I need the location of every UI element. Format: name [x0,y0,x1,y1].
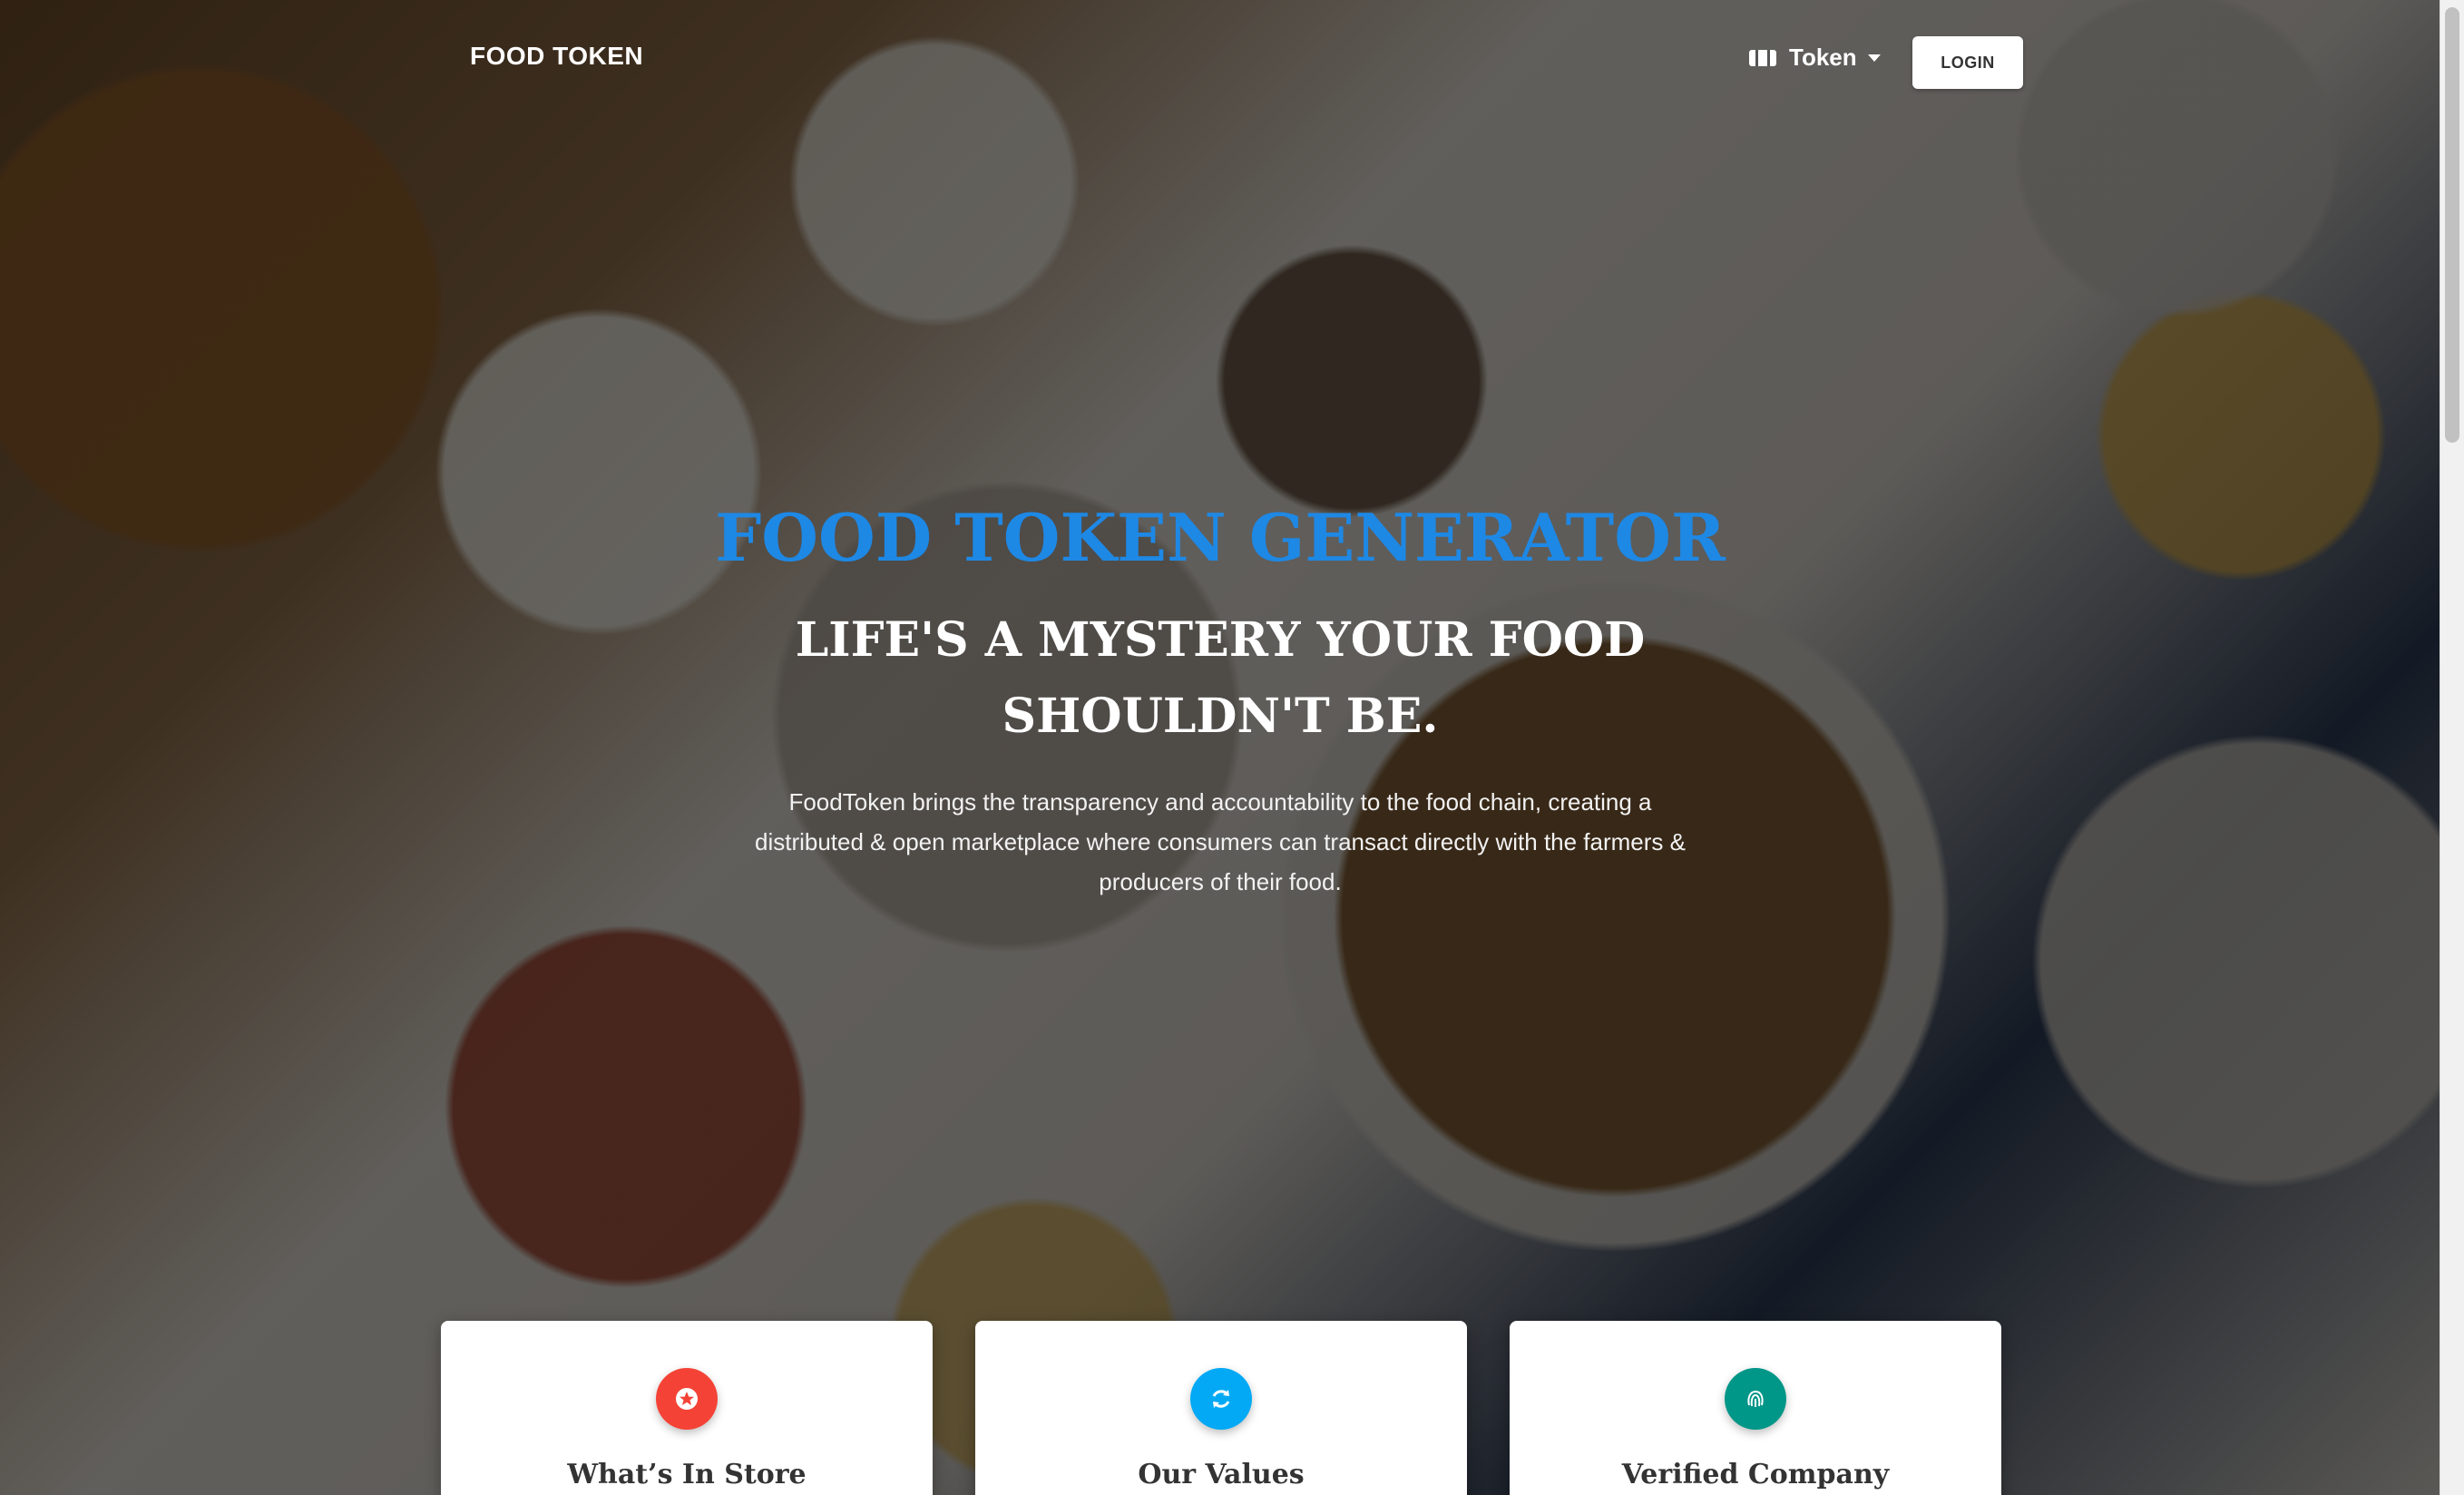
feature-card-verified-company: Verified Company [1510,1321,2001,1495]
fingerprint-icon-glyph [1747,1390,1764,1407]
refresh-icon [1190,1368,1252,1430]
page: FOOD TOKEN Token LOGIN FOOD TOKEN GENERA… [0,0,2464,1495]
refresh-icon-glyph [1212,1390,1230,1408]
feature-card-title: Verified Company [1621,1459,1890,1490]
caret-down-icon [1867,54,1881,62]
star-icon-glyph [676,1388,698,1410]
token-dropdown-label: Token [1789,44,1857,71]
scrollbar-thumb[interactable] [2445,7,2459,443]
feature-card-title: What’s In Store [567,1459,807,1490]
fingerprint-icon [1725,1368,1786,1430]
hero-title: FOOD TOKEN GENERATOR [715,499,1726,576]
brand-logo-link[interactable]: FOOD TOKEN [470,42,643,71]
token-dropdown[interactable]: Token [1749,44,1881,72]
feature-card-title: Our Values [1138,1459,1305,1490]
star-icon [656,1368,718,1430]
login-button[interactable]: LOGIN [1912,36,2023,89]
feature-card-our-values: Our Values [975,1321,1467,1495]
page-scrollbar[interactable] [2440,0,2464,1495]
hero-description: FoodToken brings the transparency and ac… [754,788,1686,895]
feature-card-whats-in-store: What’s In Store [441,1321,933,1495]
wallet-icon [1749,49,1776,66]
hero-subtitle: LIFE'S A MYSTERY YOUR FOOD SHOULDN'T BE. [795,612,1646,744]
